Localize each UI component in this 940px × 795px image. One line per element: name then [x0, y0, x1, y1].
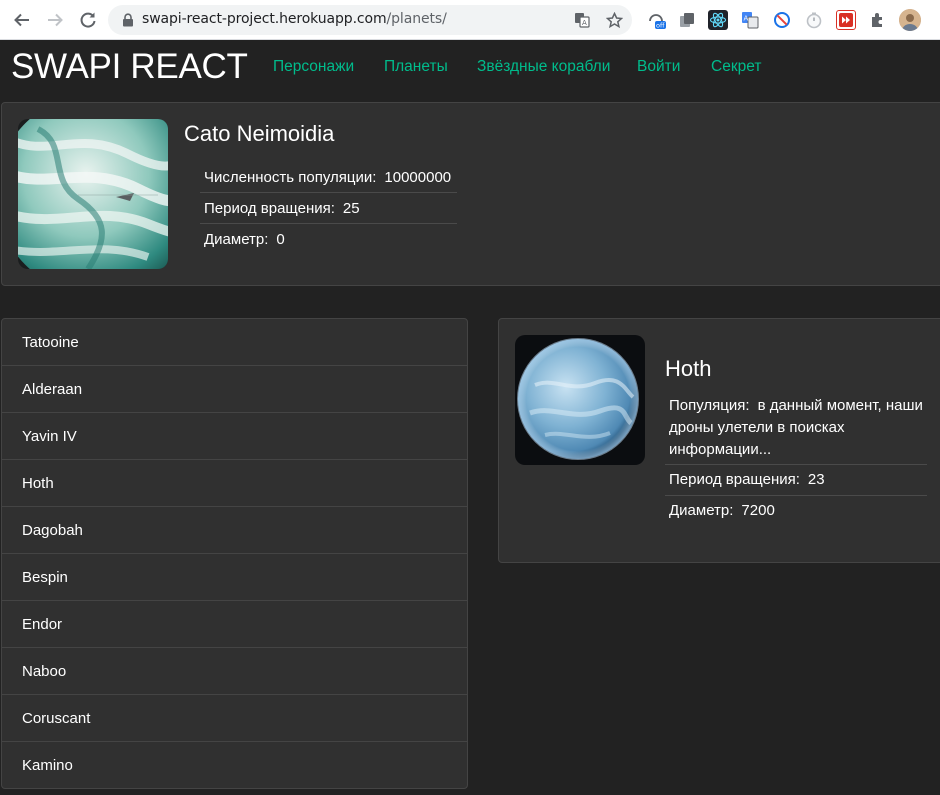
- url-path: /planets/: [386, 11, 447, 27]
- list-item-bespin[interactable]: Bespin: [2, 554, 467, 601]
- list-item-yavin-iv[interactable]: Yavin IV: [2, 413, 467, 460]
- lock-icon: [123, 13, 133, 27]
- divider: [200, 192, 457, 193]
- detail-value: 25: [342, 200, 360, 217]
- nav-link-starships[interactable]: Звёздные корабли: [477, 58, 610, 76]
- extension-copy-icon[interactable]: [677, 10, 697, 30]
- detail-label: Период вращения:: [204, 200, 335, 217]
- extension-badge: off: [656, 22, 665, 30]
- svg-text:A: A: [582, 19, 587, 27]
- nav-link-login[interactable]: Войти: [637, 58, 680, 76]
- forward-button[interactable]: [43, 8, 67, 32]
- detail-label: Численность популяции:: [204, 169, 377, 186]
- detail-value: 23: [807, 471, 825, 488]
- planet-details-card: Hoth Популяция: в данный момент, наши дро…: [498, 318, 940, 563]
- detail-label: Период вращения:: [669, 471, 800, 488]
- divider: [200, 223, 457, 224]
- profile-avatar-icon[interactable]: [899, 9, 921, 31]
- selected-planet-name: Hoth: [665, 356, 712, 381]
- extension-timer-icon[interactable]: [804, 10, 824, 30]
- detail-value: 0: [276, 231, 285, 248]
- list-item-naboo[interactable]: Naboo: [2, 648, 467, 695]
- url-text: swapi-react-project.herokuapp.com/planet…: [142, 11, 447, 27]
- extension-video-speed-icon[interactable]: [836, 10, 856, 30]
- detail-value: 7200: [741, 502, 775, 519]
- detail-row-diameter: Диаметр: 7200: [669, 502, 775, 519]
- browser-toolbar: swapi-react-project.herokuapp.com/planet…: [0, 0, 940, 40]
- detail-row-population: Численность популяции: 10000000: [204, 169, 451, 186]
- list-item-kamino[interactable]: Kamino: [2, 742, 467, 788]
- detail-row-diameter: Диаметр: 0: [204, 231, 285, 248]
- reload-icon: [80, 12, 96, 28]
- extension-react-devtools-icon[interactable]: [708, 10, 728, 30]
- detail-row-population: Популяция: в данный момент, наши дроны ул…: [669, 395, 929, 461]
- app-header: SWAPI REACT Персонажи Планеты Звёздные к…: [0, 41, 940, 99]
- nav-link-characters[interactable]: Персонажи: [273, 58, 354, 76]
- list-item-coruscant[interactable]: Coruscant: [2, 695, 467, 742]
- translate-icon[interactable]: A: [573, 11, 591, 29]
- extension-translate-icon[interactable]: A: [740, 10, 760, 30]
- detail-label: Диаметр:: [669, 502, 734, 519]
- brand-title[interactable]: SWAPI REACT: [11, 47, 248, 87]
- reload-button[interactable]: [76, 8, 100, 32]
- url-host: swapi-react-project.herokuapp.com: [142, 11, 387, 27]
- list-item-hoth[interactable]: Hoth: [2, 460, 467, 507]
- list-item-endor[interactable]: Endor: [2, 601, 467, 648]
- list-item-dagobah[interactable]: Dagobah: [2, 507, 467, 554]
- extensions-puzzle-icon[interactable]: [868, 10, 888, 30]
- detail-row-rotation: Период вращения: 25: [204, 200, 360, 217]
- arrow-left-icon: [14, 13, 29, 27]
- detail-row-rotation: Период вращения: 23: [669, 471, 825, 488]
- extension-block-icon[interactable]: [772, 10, 792, 30]
- detail-value: 10000000: [384, 169, 452, 186]
- planet-list: Tatooine Alderaan Yavin IV Hoth Dagobah …: [1, 318, 468, 789]
- random-planet-name: Cato Neimoidia: [184, 121, 335, 146]
- nav-link-planets[interactable]: Планеты: [384, 58, 448, 76]
- planet-image-hoth: [515, 335, 645, 465]
- back-button[interactable]: [10, 8, 34, 32]
- extension-headphones-icon[interactable]: off: [646, 10, 666, 30]
- list-item-alderaan[interactable]: Alderaan: [2, 366, 467, 413]
- nav-link-secret[interactable]: Секрет: [711, 58, 761, 76]
- detail-label: Диаметр:: [204, 231, 269, 248]
- list-item-tatooine[interactable]: Tatooine: [2, 319, 467, 366]
- divider: [665, 495, 927, 496]
- arrow-right-icon: [48, 13, 63, 27]
- detail-label: Популяция:: [669, 397, 750, 414]
- address-bar[interactable]: swapi-react-project.herokuapp.com/planet…: [108, 5, 632, 35]
- planet-image-cato-neimoidia: [18, 119, 168, 269]
- bookmark-star-icon[interactable]: [605, 11, 623, 29]
- divider: [665, 464, 927, 465]
- svg-text:A: A: [744, 15, 749, 23]
- random-planet-card: Cato Neimoidia Численность популяции: 100…: [1, 102, 940, 286]
